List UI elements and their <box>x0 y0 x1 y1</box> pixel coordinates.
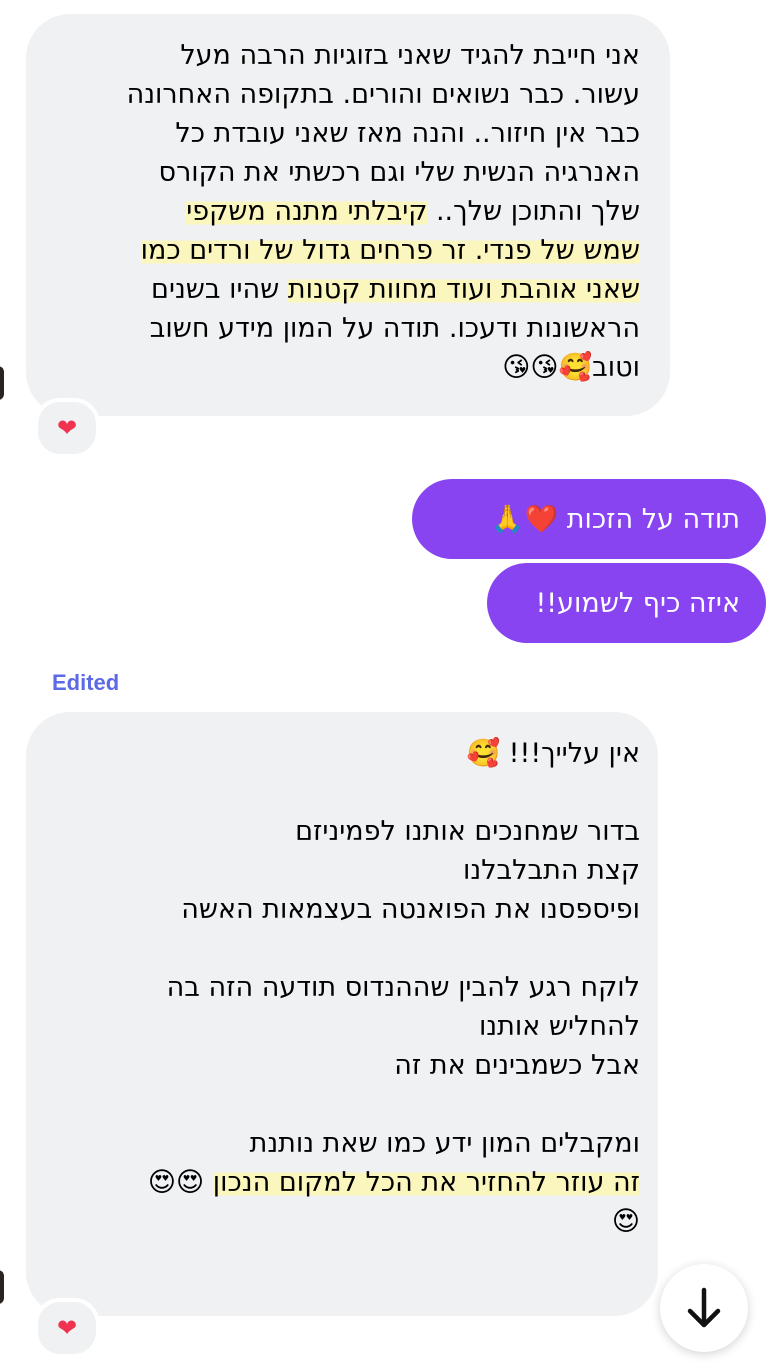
message-line: להחליש אותנו <box>52 1007 640 1046</box>
sender-avatar[interactable] <box>0 1270 4 1304</box>
message-line <box>52 773 640 812</box>
message-line: שלך והתוכן שלך.. קיבלתי מתנה משקפי <box>52 192 640 231</box>
message-line: האנרגיה הנשית שלי וגם רכשתי את הקורס <box>52 153 640 192</box>
highlighted-text: זה עוזר להחזיר את הכל למקום הנכון <box>212 1167 640 1198</box>
message-text-run: בדור שמחנכים אותנו לפמיניזם <box>295 816 640 847</box>
message-text-run: הראשונות ודעכו. תודה על המון מידע חשוב <box>149 313 640 344</box>
message-text-run: ופיספסנו את הפואנטה בעצמאות האשה <box>181 894 640 925</box>
message-line: זה עוזר להחזיר את הכל למקום הנכון 😍😍 <box>52 1163 640 1202</box>
message-text-run: אין עלייך!!! 🥰 <box>466 738 640 769</box>
message-text-run: קצת התבלבלנו <box>463 855 640 886</box>
message-line: בדור שמחנכים אותנו לפמיניזם <box>52 812 640 851</box>
message-line: הראשונות ודעכו. תודה על המון מידע חשוב <box>52 309 640 348</box>
message-line <box>52 929 640 968</box>
outgoing-message-text: תודה על הזכות ❤️🙏 <box>490 504 740 535</box>
incoming-message-text: אני חייבת להגיד שאני בזוגיות הרבה מעל עשו… <box>52 36 640 387</box>
message-line <box>52 1085 640 1124</box>
message-text-run: 😍😍 <box>147 1167 213 1198</box>
message-text-run: ומקבלים המון ידע כמו שאת נותנת <box>249 1128 640 1159</box>
heart-icon: ❤ <box>56 1314 78 1342</box>
message-line: כבר אין חיזור.. והנה מאז שאני עובדת כל <box>52 114 640 153</box>
heart-icon: ❤ <box>56 414 78 442</box>
heart-reaction[interactable]: ❤ <box>34 398 100 458</box>
message-line: וטוב🥰😘😘 <box>52 348 640 387</box>
heart-reaction[interactable]: ❤ <box>34 1298 100 1358</box>
outgoing-message-text: איזה כיף לשמוע!! <box>535 587 740 619</box>
message-text-run: להחליש אותנו <box>478 1011 640 1042</box>
message-text-run: לוקח רגע להבין שההנדוס תודעה הזה בה <box>166 972 640 1003</box>
message-text-run: אבל כשמבינים את זה <box>394 1050 640 1081</box>
message-line: ופיספסנו את הפואנטה בעצמאות האשה <box>52 890 640 929</box>
message-line: שאני אוהבת ועוד מחוות קטנות שהיו בשנים <box>52 270 640 309</box>
message-text-run: האנרגיה הנשית שלי וגם רכשתי את הקורס <box>158 157 640 188</box>
outgoing-message-bubble[interactable]: תודה על הזכות ❤️🙏 <box>412 479 766 559</box>
message-line: שמש של פנדי. זר פרחים גדול של ורדים כמו <box>52 231 640 270</box>
message-line: 😍 <box>52 1202 640 1241</box>
incoming-message-text: אין עלייך!!! 🥰 בדור שמחנכים אותנו לפמיניז… <box>52 734 640 1241</box>
message-line: ומקבלים המון ידע כמו שאת נותנת <box>52 1124 640 1163</box>
message-text-run: וטוב🥰😘😘 <box>502 352 640 383</box>
scroll-to-bottom-button[interactable] <box>660 1264 748 1352</box>
message-text-run: שהיו בשנים <box>151 274 288 305</box>
message-line: עשור. כבר נשואים והורים. בתקופה האחרונה <box>52 75 640 114</box>
edited-label: Edited <box>52 670 120 695</box>
highlighted-text: שמש של פנדי. זר פרחים גדול של ורדים כמו <box>140 235 640 266</box>
message-line: אבל כשמבינים את זה <box>52 1046 640 1085</box>
incoming-message-bubble[interactable]: אני חייבת להגיד שאני בזוגיות הרבה מעל עשו… <box>26 14 670 416</box>
outgoing-message-bubble[interactable]: איזה כיף לשמוע!! <box>487 563 766 643</box>
message-line: לוקח רגע להבין שההנדוס תודעה הזה בה <box>52 968 640 1007</box>
message-line: אין עלייך!!! 🥰 <box>52 734 640 773</box>
message-text-run: אני חייבת להגיד שאני בזוגיות הרבה מעל <box>180 40 640 71</box>
message-text-run: 😍 <box>611 1206 640 1237</box>
highlighted-text: שאני אוהבת ועוד מחוות קטנות <box>287 274 640 305</box>
message-line: אני חייבת להגיד שאני בזוגיות הרבה מעל <box>52 36 640 75</box>
highlighted-text: קיבלתי מתנה משקפי <box>186 196 428 227</box>
message-text-run: שלך והתוכן שלך.. <box>427 196 640 227</box>
message-text-run: כבר אין חיזור.. והנה מאז שאני עובדת כל <box>175 118 640 149</box>
message-text-run: עשור. כבר נשואים והורים. בתקופה האחרונה <box>126 79 640 110</box>
sender-avatar[interactable] <box>0 366 4 400</box>
incoming-message-bubble[interactable]: אין עלייך!!! 🥰 בדור שמחנכים אותנו לפמיניז… <box>26 712 658 1316</box>
arrow-down-icon <box>687 1287 721 1328</box>
message-line: קצת התבלבלנו <box>52 851 640 890</box>
